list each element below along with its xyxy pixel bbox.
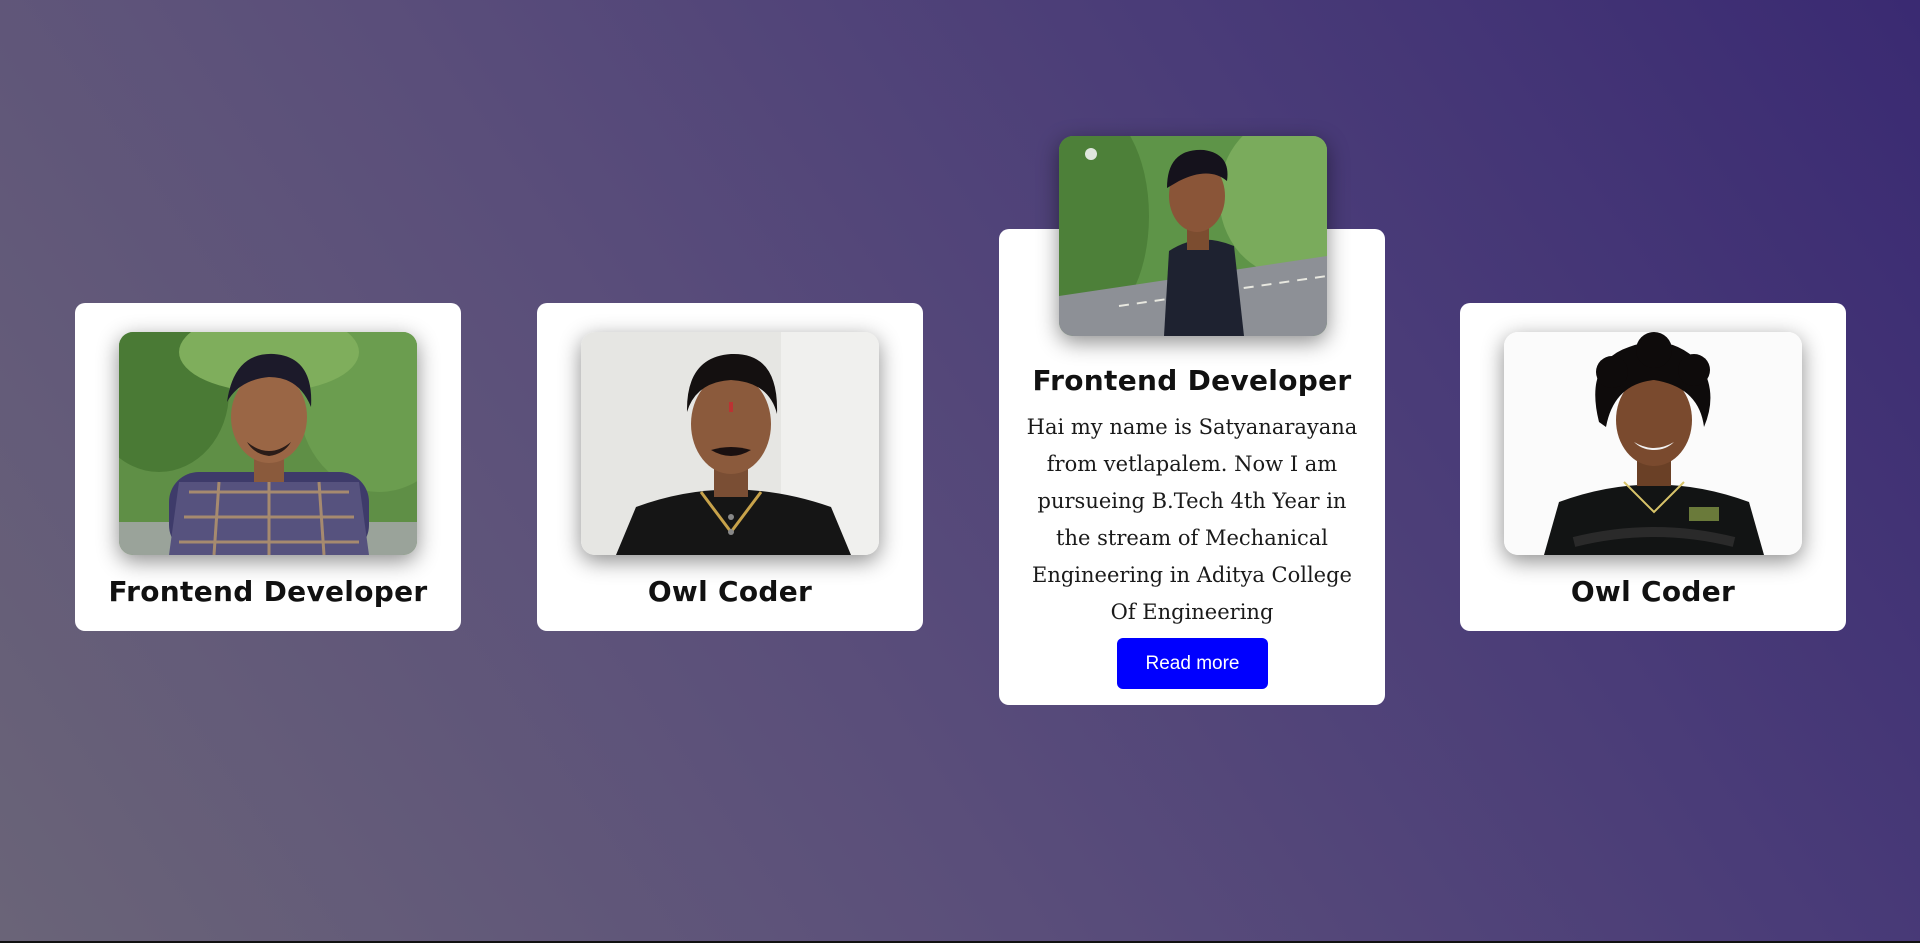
profile-card-3[interactable]: Frontend Developer Hai my name is Satyan… bbox=[999, 136, 1385, 705]
profile-photo-1 bbox=[119, 332, 417, 555]
card-title: Owl Coder bbox=[647, 575, 813, 608]
profile-photo-3 bbox=[1059, 136, 1327, 336]
profile-card-1[interactable]: Frontend Developer bbox=[75, 303, 461, 631]
profile-photo-2 bbox=[581, 332, 879, 555]
profile-card-4[interactable]: Owl Coder bbox=[1460, 303, 1846, 631]
card-description: Hai my name is Satyanarayana from vetlap… bbox=[1026, 415, 1358, 624]
card-title: Owl Coder bbox=[1570, 575, 1736, 608]
card-title: Frontend Developer bbox=[108, 575, 428, 608]
read-more-button[interactable]: Read more bbox=[1117, 638, 1268, 689]
profile-photo-4 bbox=[1504, 332, 1802, 555]
card-title: Frontend Developer bbox=[1032, 364, 1352, 397]
profile-card-2[interactable]: Owl Coder bbox=[537, 303, 923, 631]
